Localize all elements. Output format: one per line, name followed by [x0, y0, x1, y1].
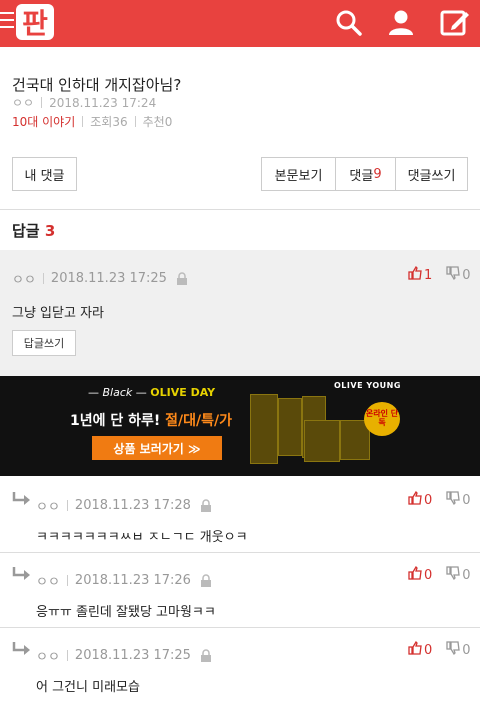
- separator: [66, 650, 68, 661]
- reply-arrow-icon: [12, 492, 30, 505]
- upvote-count: 1: [424, 267, 433, 283]
- ad-subline: 1년에 단 하루! 절/대/특/가: [70, 410, 232, 430]
- sub-reply-text: 응ㅠㅠ 졸린데 잘됐당 고마웡ㅋㅋ: [36, 605, 216, 620]
- reply-arrow-icon: [12, 642, 30, 655]
- thumbs-up-icon[interactable]: [408, 490, 422, 509]
- comment-text: 그냥 입닫고 자라: [12, 306, 104, 321]
- comment-datetime: 2018.11.23 17:25: [50, 271, 167, 286]
- downvote-count: 0: [462, 567, 471, 583]
- comment-meta: ㅇㅇ 2018.11.23 17:25: [12, 269, 189, 288]
- downvote-count: 0: [462, 642, 471, 658]
- ad-product-box: [250, 394, 278, 464]
- report-icon[interactable]: [199, 648, 213, 663]
- write-comment-button[interactable]: 댓글쓰기: [395, 157, 468, 191]
- divider: [0, 627, 480, 628]
- search-icon[interactable]: [334, 8, 364, 38]
- sub-reply-author: ㅇㅇ: [36, 650, 60, 665]
- ad-headline-main: OLIVE DAY: [150, 386, 216, 399]
- sub-reply-vote: 0 0: [408, 490, 471, 509]
- comments-count: 9: [373, 166, 382, 182]
- post-meta: ㅇㅇ 2018.11.23 17:24: [12, 94, 156, 111]
- upvote-count: 0: [424, 567, 433, 583]
- write-icon[interactable]: [440, 8, 470, 38]
- post-recommend: 추천0: [142, 115, 173, 129]
- downvote-count: 0: [462, 267, 471, 283]
- my-comments-button[interactable]: 내 댓글: [12, 157, 77, 191]
- sub-reply-text: ㅋㅋㅋㅋㅋㅋㅋㅆㅂ ㅈㄴㄱㄷ 개웃ㅇㅋ: [36, 530, 248, 545]
- post-datetime: 2018.11.23 17:24: [49, 95, 157, 110]
- ad-product-box: [278, 398, 302, 456]
- comment-vote: 1 0: [408, 265, 471, 284]
- replies-count: 3: [44, 222, 56, 240]
- sub-reply-meta: ㅇㅇ 2018.11.23 17:28: [36, 496, 213, 515]
- divider: [0, 209, 480, 210]
- thumbs-down-icon[interactable]: [446, 491, 461, 509]
- report-icon[interactable]: [199, 573, 213, 588]
- ad-product-box: [304, 420, 340, 462]
- replies-heading: 답글 3: [12, 220, 55, 241]
- report-icon[interactable]: [175, 271, 189, 286]
- reply-arrow-icon: [12, 567, 30, 580]
- ad-headline: — Black — OLIVE DAY: [88, 386, 216, 399]
- comments-label: 댓글: [349, 168, 374, 184]
- thumbs-down-icon[interactable]: [446, 641, 461, 659]
- separator: [66, 575, 68, 586]
- divider: [0, 552, 480, 553]
- top-bar: 판: [0, 0, 480, 47]
- sub-reply-meta: ㅇㅇ 2018.11.23 17:25: [36, 646, 213, 665]
- ad-subline-pre: 1년에 단 하루!: [70, 413, 161, 429]
- thumbs-down-icon[interactable]: [446, 566, 461, 584]
- sub-reply-text: 어 그건니 미래모습: [36, 680, 140, 695]
- logo[interactable]: 판: [14, 2, 56, 42]
- report-icon[interactable]: [199, 498, 213, 513]
- comments-button[interactable]: 댓글 9: [335, 157, 396, 191]
- separator: [82, 116, 84, 127]
- post-stats: 10대 이야기 조회36 추천0: [12, 113, 172, 130]
- thumbs-down-icon[interactable]: [446, 266, 461, 284]
- separator: [66, 500, 68, 511]
- replies-label: 답글: [12, 222, 40, 240]
- thumbs-up-icon[interactable]: [408, 640, 422, 659]
- sub-reply-vote: 0 0: [408, 565, 471, 584]
- comment-author: ㅇㅇ: [12, 273, 36, 288]
- downvote-count: 0: [462, 492, 471, 508]
- ad-cta-button[interactable]: 상품 보러가기 ≫: [92, 436, 222, 460]
- separator: [42, 273, 44, 284]
- sub-reply-vote: 0 0: [408, 640, 471, 659]
- sub-reply-datetime: 2018.11.23 17:25: [74, 648, 191, 663]
- sub-reply-author: ㅇㅇ: [36, 575, 60, 590]
- svg-text:판: 판: [22, 7, 48, 40]
- upvote-count: 0: [424, 492, 433, 508]
- ad-headline-pre: Black: [102, 386, 133, 399]
- post-title: 건국대 인하대 개지잡아님?: [12, 76, 182, 94]
- sub-reply-meta: ㅇㅇ 2018.11.23 17:26: [36, 571, 213, 590]
- separator: [134, 116, 136, 127]
- user-icon[interactable]: [386, 8, 416, 38]
- sub-reply-datetime: 2018.11.23 17:28: [74, 498, 191, 513]
- separator: [41, 97, 43, 108]
- upvote-count: 0: [424, 642, 433, 658]
- sub-reply-author: ㅇㅇ: [36, 500, 60, 515]
- thumbs-up-icon[interactable]: [408, 265, 422, 284]
- ad-subline-highlight: 절/대/특/가: [165, 413, 233, 429]
- sub-reply-datetime: 2018.11.23 17:26: [74, 573, 191, 588]
- hamburger-menu-icon[interactable]: [0, 12, 14, 33]
- reply-button[interactable]: 답글쓰기: [12, 330, 76, 356]
- view-post-button[interactable]: 본문보기: [261, 157, 336, 191]
- post-category-link[interactable]: 10대 이야기: [12, 113, 75, 130]
- post-views: 조회36: [90, 115, 128, 129]
- ad-brand-logo: OLIVE YOUNG: [334, 381, 401, 390]
- ad-badge: 온라인 단독: [364, 402, 400, 436]
- post-author: ㅇㅇ: [12, 96, 35, 110]
- thumbs-up-icon[interactable]: [408, 565, 422, 584]
